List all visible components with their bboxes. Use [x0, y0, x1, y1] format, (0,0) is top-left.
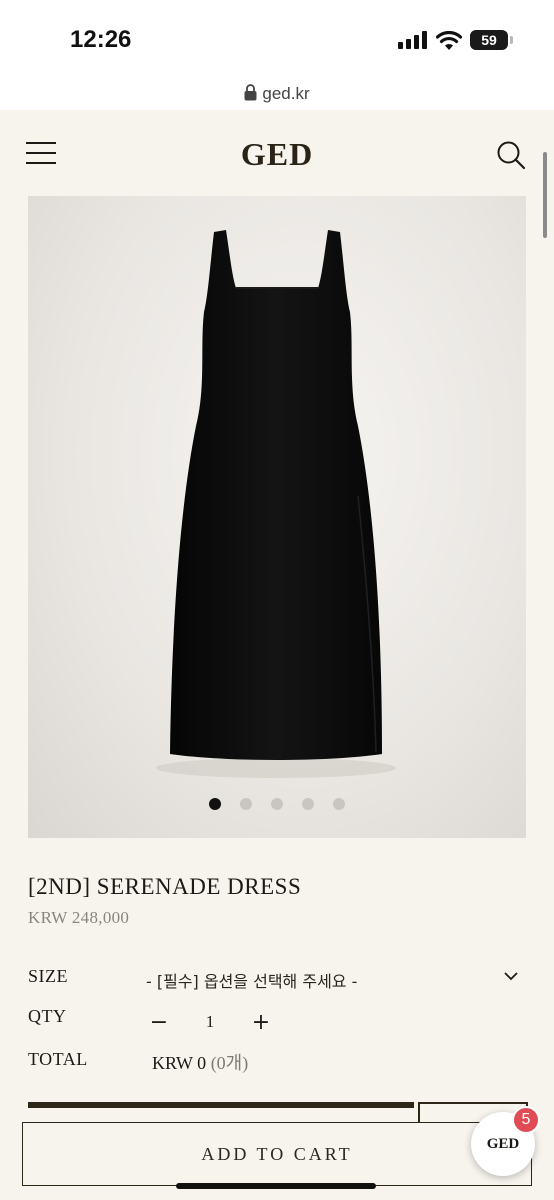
carousel-dot[interactable] — [271, 798, 283, 810]
total-amount: KRW 0 — [152, 1053, 207, 1073]
size-select-value: - [필수] 옵션을 선택해 주세요 - — [146, 972, 358, 991]
qty-decrease-button[interactable]: − — [144, 1008, 174, 1038]
buy-now-button[interactable] — [28, 1102, 414, 1108]
chevron-down-icon — [504, 972, 518, 981]
status-bar: 12:26 59 — [0, 0, 554, 82]
site-logo[interactable]: GED — [0, 136, 554, 173]
product-price: KRW 248,000 — [28, 908, 130, 927]
home-indicator[interactable] — [176, 1183, 376, 1189]
url-text: ged.kr — [262, 84, 310, 103]
search-button[interactable] — [496, 140, 526, 170]
add-to-cart-button[interactable]: ADD TO CART — [22, 1122, 532, 1186]
carousel-dots — [28, 798, 526, 810]
qty-label: QTY — [28, 1006, 67, 1026]
size-select[interactable]: - [필수] 옵션을 선택해 주세요 - — [140, 962, 528, 996]
status-time: 12:26 — [70, 26, 132, 53]
total-count: (0개) — [210, 1053, 249, 1073]
lock-icon — [244, 84, 257, 101]
product-title: [2ND] SERENADE DRESS — [28, 874, 302, 899]
total-value: KRW 0 (0개) — [152, 1049, 248, 1075]
total-label: TOTAL — [28, 1049, 88, 1069]
battery-indicator: 59 — [470, 30, 513, 50]
page-scrollbar[interactable] — [543, 152, 547, 238]
qty-increase-button[interactable]: + — [246, 1008, 276, 1038]
product-image-carousel[interactable] — [28, 196, 526, 838]
chat-badge: 5 — [512, 1106, 540, 1134]
wifi-icon — [436, 30, 462, 50]
qty-value[interactable]: 1 — [196, 1012, 224, 1032]
size-label: SIZE — [28, 966, 68, 986]
search-icon — [497, 141, 526, 170]
carousel-dot[interactable] — [333, 798, 345, 810]
cellular-signal-icon — [398, 31, 427, 49]
status-icons: 59 — [398, 30, 513, 50]
dress-image — [156, 230, 396, 778]
carousel-dot[interactable] — [240, 798, 252, 810]
carousel-dot[interactable] — [209, 798, 221, 810]
url-bar[interactable]: ged.kr — [0, 82, 554, 110]
site-header: GED — [0, 110, 554, 196]
add-to-cart-label: ADD TO CART — [201, 1143, 353, 1164]
carousel-dot[interactable] — [302, 798, 314, 810]
